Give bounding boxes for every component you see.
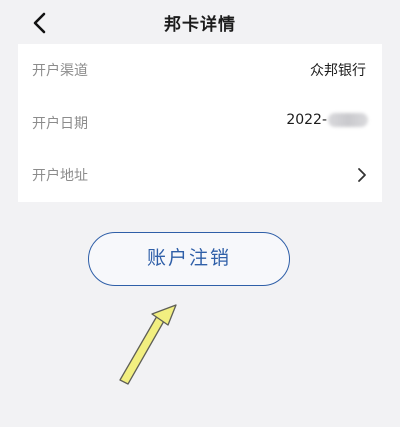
top-bar: 邦卡详情: [0, 0, 400, 44]
cancel-account-button[interactable]: 账户注销: [88, 232, 290, 286]
masked-date-blur: [328, 113, 368, 127]
row-open-channel: 开户渠道 众邦银行: [18, 44, 382, 97]
open-channel-label: 开户渠道: [32, 63, 88, 79]
account-info-card: 开户渠道 众邦银行 开户日期 2022- 开户地址: [18, 44, 382, 202]
row-open-address[interactable]: 开户地址: [18, 149, 382, 202]
open-channel-value: 众邦银行: [310, 63, 366, 79]
chevron-right-icon: [358, 168, 366, 182]
open-date-value: 2022-: [286, 112, 327, 128]
row-open-date: 开户日期 2022-: [18, 97, 382, 150]
page-title: 邦卡详情: [164, 15, 236, 35]
open-address-label: 开户地址: [32, 168, 88, 184]
open-date-label: 开户日期: [32, 116, 88, 132]
open-date-value-group: 2022-: [286, 112, 368, 128]
